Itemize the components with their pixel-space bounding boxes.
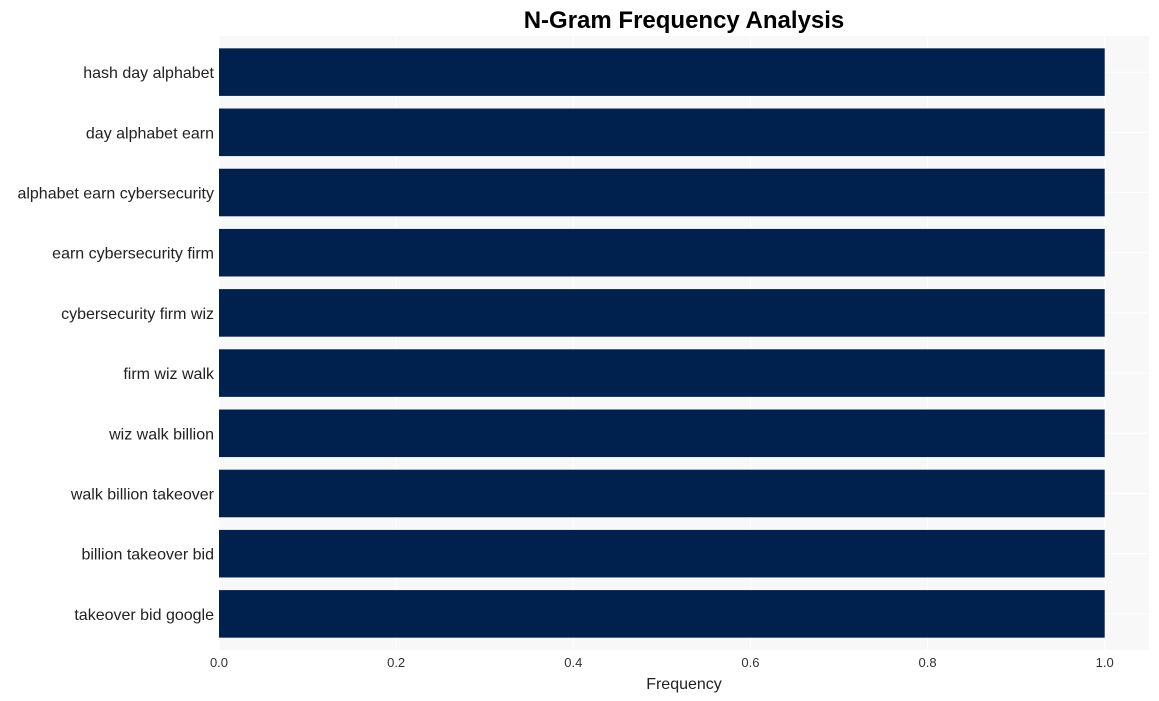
bar [219,168,1105,217]
y-tick-label: day alphabet earn [86,125,214,142]
y-tick-label: walk billion takeover [70,486,215,503]
y-tick-label: wiz walk billion [108,426,214,443]
y-tick-label: cybersecurity firm wiz [61,306,214,323]
y-tick-label: billion takeover bid [81,547,214,564]
y-tick-label: alphabet earn cybersecurity [17,186,214,203]
y-tick-label: hash day alphabet [83,65,214,82]
x-tick-label: 0.8 [919,655,937,670]
x-tick-label: 0.2 [387,655,405,670]
ngram-frequency-chart: hash day alphabet day alphabet earn alphab… [17,7,1149,693]
y-tick-label: takeover bid google [74,607,214,624]
y-tick-label: firm wiz walk [123,366,215,383]
bar [219,228,1105,277]
x-axis-ticks: 0.0 0.2 0.4 0.6 0.8 1.0 [210,655,1114,670]
chart-title: N-Gram Frequency Analysis [524,7,845,34]
y-tick-label: earn cybersecurity firm [52,246,214,263]
x-tick-label: 0.4 [564,655,582,670]
bar [219,469,1105,518]
bar [219,349,1105,397]
bar [219,108,1105,157]
x-tick-label: 0.6 [741,655,759,670]
bar [219,590,1105,638]
bar [219,409,1105,458]
bar [219,529,1105,578]
x-axis-label: Frequency [646,676,722,693]
bar [219,48,1105,96]
y-axis-labels: hash day alphabet day alphabet earn alphab… [17,65,215,624]
x-tick-label: 0.0 [210,655,228,670]
bar [219,289,1105,337]
x-tick-label: 1.0 [1096,655,1114,670]
